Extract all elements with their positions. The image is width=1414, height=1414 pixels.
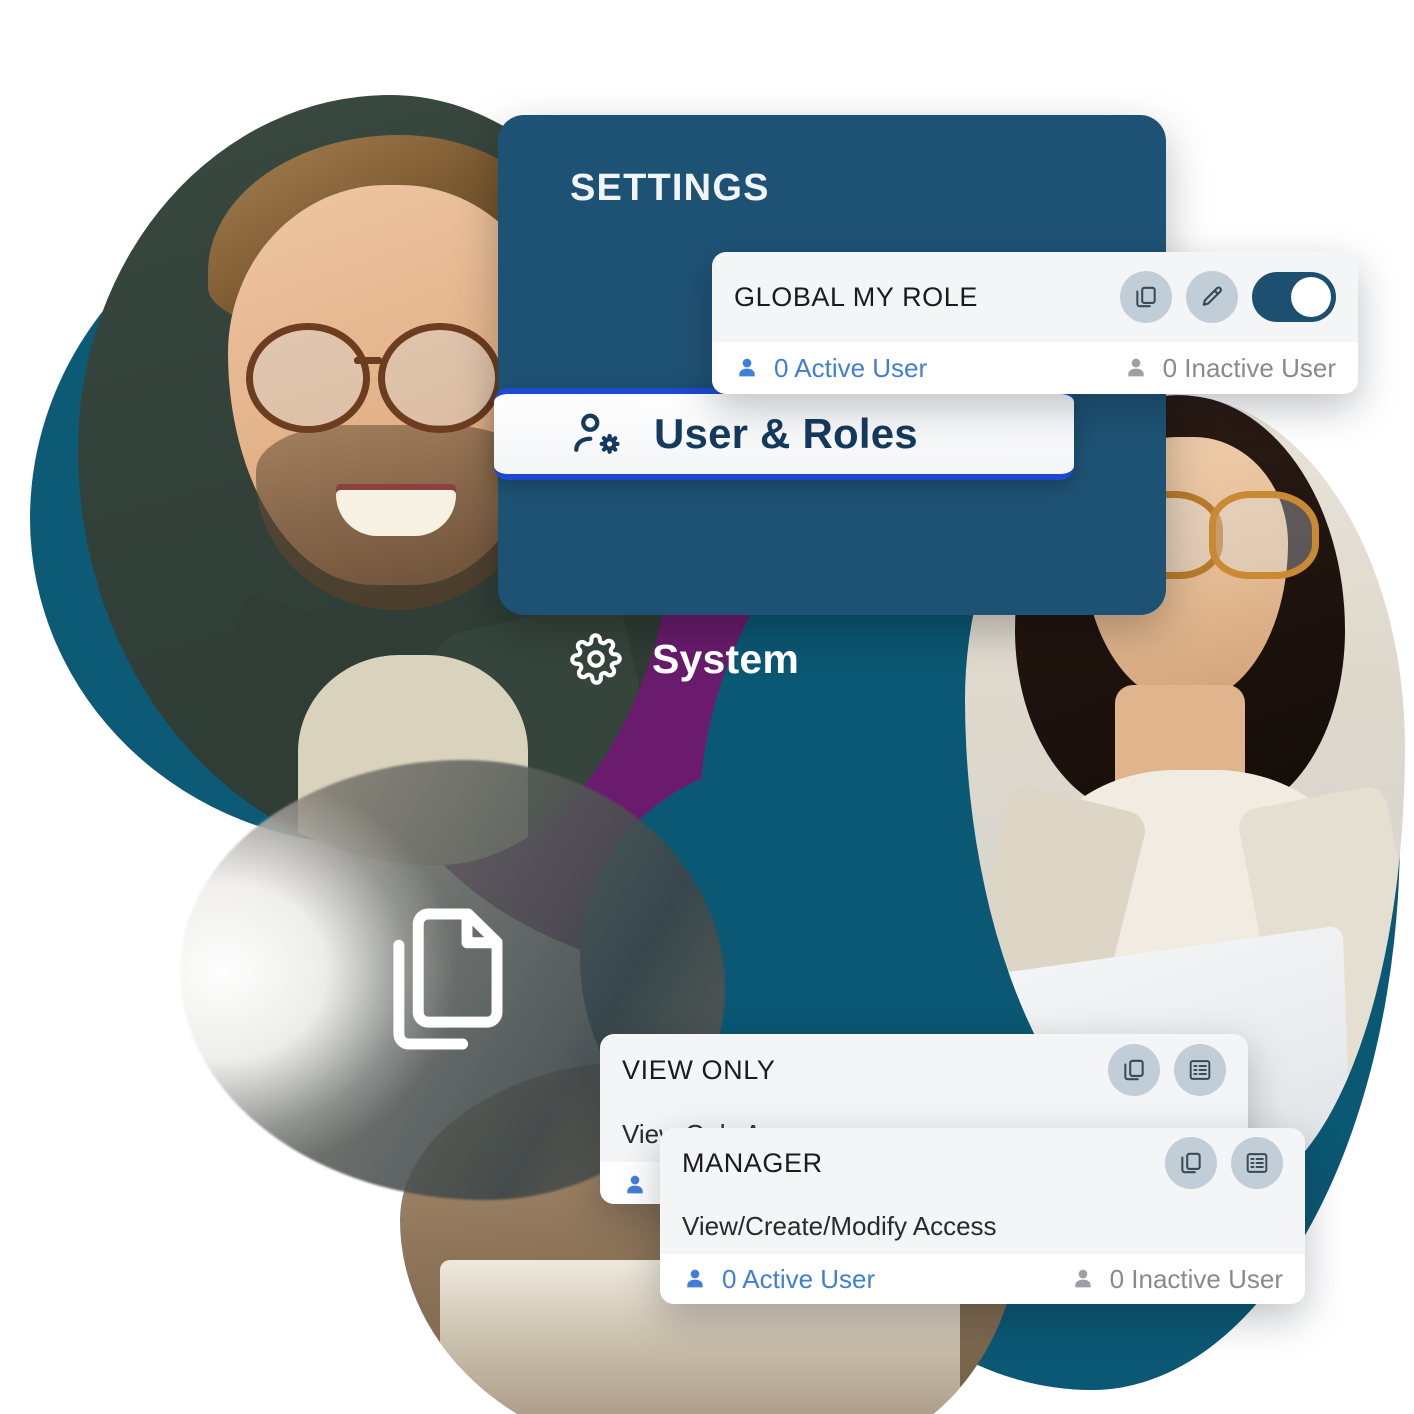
- role-card-footer: 0 Active User 0 Inactive User: [712, 342, 1358, 394]
- role-card-header: VIEW ONLY: [600, 1034, 1248, 1106]
- inactive-user-label: 0 Inactive User: [1109, 1263, 1283, 1294]
- role-card-global-my-role[interactable]: GLOBAL MY ROLE 0 Active User 0 Inactive …: [712, 252, 1358, 394]
- role-card-title: MANAGER: [682, 1147, 823, 1178]
- list-details-icon-button[interactable]: [1231, 1137, 1283, 1189]
- active-user-stat: 0 Active User: [682, 1264, 875, 1295]
- role-enabled-toggle[interactable]: [1252, 272, 1336, 322]
- person-gear-icon: [570, 407, 624, 461]
- toggle-knob: [1291, 277, 1331, 317]
- role-card-description: View/Create/Modify Access: [682, 1211, 997, 1241]
- role-card-header: MANAGER: [660, 1128, 1305, 1198]
- inactive-user-label: 0 Inactive User: [1162, 352, 1336, 383]
- person-filled-icon: [1127, 358, 1144, 377]
- edit-pencil-icon-button[interactable]: [1186, 271, 1238, 323]
- page-root: SETTINGS Profile System: [0, 0, 1414, 1414]
- role-card-actions: [1108, 1044, 1226, 1096]
- copy-icon-button[interactable]: [1120, 271, 1172, 323]
- person-filled-icon: [1074, 1269, 1091, 1288]
- person-filled-icon: [739, 358, 755, 377]
- person-filled-icon: [687, 1269, 703, 1288]
- copy-icon-button[interactable]: [1108, 1044, 1160, 1096]
- active-user-label: 0 Active User: [774, 352, 928, 383]
- sidebar-item-system[interactable]: System: [498, 620, 1166, 698]
- role-card-manager[interactable]: MANAGER View/Create/Modify Access 0 Acti…: [660, 1128, 1305, 1304]
- copy-duplicate-icon: [372, 895, 522, 1063]
- role-card-header: GLOBAL MY ROLE: [712, 252, 1358, 342]
- settings-panel-title: SETTINGS: [570, 167, 770, 209]
- sidebar-item-user-and-roles[interactable]: User & Roles: [494, 388, 1074, 480]
- sidebar-item-label-system: System: [652, 635, 800, 682]
- woman-glasses-right: [1209, 491, 1319, 579]
- person-filled-icon: [627, 1175, 643, 1194]
- inactive-user-stat: 0 Inactive User: [1123, 353, 1336, 384]
- man-glasses-bridge: [354, 357, 382, 364]
- sidebar-item-label-user-and-roles: User & Roles: [654, 410, 918, 457]
- man-glasses-left: [246, 323, 370, 433]
- gear-icon: [570, 633, 622, 685]
- role-card-actions: [1120, 271, 1336, 323]
- role-card-title: VIEW ONLY: [622, 1054, 776, 1085]
- role-card-actions: [1165, 1137, 1283, 1189]
- list-details-icon-button[interactable]: [1174, 1044, 1226, 1096]
- role-card-footer: 0 Active User 0 Inactive User: [660, 1254, 1305, 1304]
- inactive-user-stat: 0 Inactive User: [1070, 1264, 1283, 1295]
- role-card-title: GLOBAL MY ROLE: [734, 281, 978, 312]
- active-user-stat: 0 Active User: [734, 353, 927, 384]
- man-glasses-right: [378, 323, 502, 433]
- active-user-label: 0 Active User: [722, 1263, 876, 1294]
- copy-icon-button[interactable]: [1165, 1137, 1217, 1189]
